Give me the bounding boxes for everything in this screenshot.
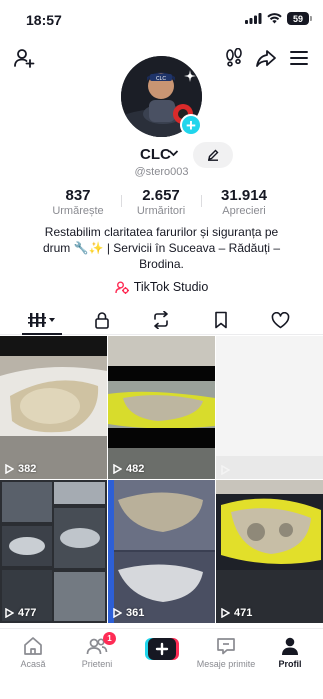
- profile-views-button[interactable]: [222, 46, 246, 70]
- stat-label: Aprecieri: [222, 205, 266, 217]
- stat-value: 31.914: [221, 187, 267, 204]
- thumbnail-image: [108, 336, 215, 479]
- play-icon: [221, 465, 230, 475]
- profile-stats: 837 Urmărește 2.657 Urmăritori 31.914 Ap…: [0, 187, 323, 221]
- create-button[interactable]: [145, 638, 179, 660]
- stat-likes[interactable]: 31.914 Aprecieri: [199, 187, 289, 217]
- view-count-value: 477: [18, 607, 37, 619]
- video-thumbnail[interactable]: 361: [108, 480, 215, 623]
- view-count: 471: [221, 607, 252, 619]
- play-icon: [113, 464, 122, 474]
- bio-line: Brodina.: [139, 257, 184, 271]
- stat-following[interactable]: 837 Urmărește: [33, 187, 123, 217]
- pencil-icon: [208, 149, 219, 161]
- thumbnail-image: [0, 480, 107, 623]
- video-thumbnail[interactable]: 471: [216, 480, 323, 623]
- status-icons: 59: [245, 12, 312, 25]
- view-count-value: 361: [126, 607, 145, 619]
- bookmark-icon: [215, 311, 227, 329]
- view-count: [221, 465, 234, 475]
- thumbnail-image: [216, 336, 323, 479]
- stat-label: Urmăritori: [136, 205, 186, 217]
- tab-liked[interactable]: [262, 309, 298, 331]
- view-count: 477: [5, 607, 36, 619]
- home-icon: [24, 637, 42, 655]
- add-user-icon: [14, 49, 35, 68]
- tab-private[interactable]: [84, 309, 120, 331]
- menu-button[interactable]: [287, 46, 311, 70]
- profile-name[interactable]: CLC: [140, 146, 171, 163]
- nav-label: Mesaje primite: [196, 659, 256, 669]
- wifi-icon: [267, 13, 282, 24]
- profile-bio: Restabilim claritatea farurilor și sigur…: [30, 224, 293, 272]
- play-icon: [5, 608, 14, 618]
- nav-label: Prieteni: [81, 659, 113, 669]
- studio-icon: [115, 281, 129, 294]
- footprints-icon: [226, 48, 242, 67]
- stat-followers[interactable]: 2.657 Urmăritori: [116, 187, 206, 217]
- tiktok-studio-link[interactable]: TikTok Studio: [0, 279, 323, 295]
- thumbnail-image: [0, 336, 107, 479]
- view-count-value: 471: [234, 607, 253, 619]
- add-story-button[interactable]: +: [180, 114, 202, 136]
- nav-label: Acasă: [20, 659, 46, 669]
- thumbnail-image: [216, 480, 323, 623]
- video-grid: 382 482 477 361 471: [0, 336, 323, 624]
- nav-friends[interactable]: 1 Prieteni: [65, 632, 129, 669]
- grid-icon: [28, 313, 55, 327]
- nav-home[interactable]: Acasă: [1, 635, 65, 669]
- share-icon: [256, 50, 276, 67]
- nav-profile[interactable]: Profil: [258, 635, 322, 669]
- video-thumbnail[interactable]: 477: [0, 480, 107, 623]
- hamburger-icon: [290, 51, 308, 65]
- username: @stero003: [134, 166, 189, 178]
- create-plus-icon: [145, 638, 179, 660]
- status-time: 18:57: [26, 12, 62, 28]
- svg-text:CLC: CLC: [156, 76, 166, 82]
- thumbnail-image: [108, 480, 215, 623]
- stat-value: 2.657: [142, 187, 180, 204]
- view-count-value: 382: [18, 463, 37, 475]
- share-profile-button[interactable]: [254, 46, 278, 70]
- heart-icon: [271, 311, 289, 328]
- battery-icon: 59: [287, 12, 312, 25]
- status-bar: 18:57 59: [0, 0, 323, 40]
- active-tab-indicator: [22, 333, 62, 335]
- bio-line: Restabilim claritatea farurilor și sigur…: [44, 225, 279, 239]
- add-friend-button[interactable]: [12, 46, 36, 70]
- tab-videos[interactable]: [24, 309, 60, 331]
- view-count: 382: [5, 463, 36, 475]
- profile-icon: [282, 637, 298, 655]
- play-icon: [5, 464, 14, 474]
- video-thumbnail[interactable]: [216, 336, 323, 479]
- name-row: CLC: [0, 142, 323, 168]
- nav-label: Profil: [278, 659, 302, 669]
- edit-profile-button[interactable]: [193, 142, 233, 168]
- tab-reposts[interactable]: [143, 309, 179, 331]
- battery-level: 59: [292, 13, 303, 24]
- play-icon: [221, 608, 230, 618]
- view-count: 482: [113, 463, 144, 475]
- view-count: 361: [113, 607, 144, 619]
- bio-line: drum 🔧✨ | Servicii în Suceava – Rădăuți …: [42, 241, 281, 255]
- notification-badge: 1: [103, 632, 116, 645]
- profile-tabs: [0, 305, 323, 335]
- play-icon: [113, 608, 122, 618]
- repost-icon: [154, 311, 168, 329]
- stat-value: 837: [65, 187, 91, 204]
- tab-saved[interactable]: [203, 309, 239, 331]
- chevron-down-icon[interactable]: [168, 148, 179, 161]
- inbox-icon: [217, 638, 235, 655]
- studio-label: TikTok Studio: [133, 280, 209, 294]
- video-thumbnail[interactable]: 382: [0, 336, 107, 479]
- bottom-nav: Acasă 1 Prieteni Mesaje primite Profil: [0, 628, 323, 699]
- stat-label: Urmărește: [52, 205, 104, 217]
- signal-icon: [245, 13, 262, 24]
- nav-inbox[interactable]: Mesaje primite: [194, 635, 258, 669]
- view-count-value: 482: [126, 463, 145, 475]
- video-thumbnail[interactable]: 482: [108, 336, 215, 479]
- plus-icon: +: [186, 115, 196, 135]
- lock-icon: [95, 312, 109, 329]
